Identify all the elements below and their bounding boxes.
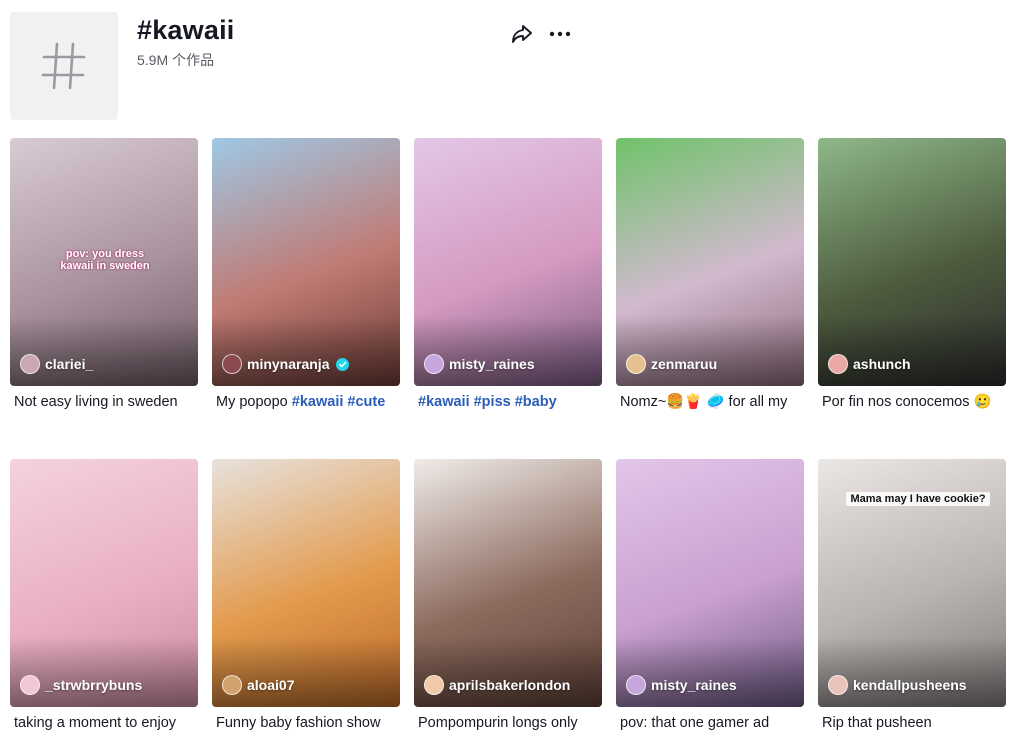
video-author[interactable]: misty_raines <box>424 354 535 374</box>
author-avatar <box>20 354 40 374</box>
verified-badge-icon <box>336 357 350 371</box>
hashtag-avatar <box>10 12 118 120</box>
author-username: aloai07 <box>247 677 295 693</box>
author-username: zenmaruu <box>651 356 718 372</box>
video-thumbnail[interactable]: ashunch <box>818 138 1006 386</box>
video-overlay-text: Mama may I have cookie? <box>846 492 990 506</box>
more-dots-icon <box>549 31 571 37</box>
video-author[interactable]: _strwbrrybuns <box>20 675 142 695</box>
video-overlay-text: pov: you dress kawaii in sweden <box>60 248 150 272</box>
page-title: #kawaii <box>137 15 235 45</box>
video-caption: Funny baby fashion show <box>212 714 400 732</box>
author-username: misty_raines <box>651 677 737 693</box>
author-avatar <box>222 354 242 374</box>
caption-text: pov: that one gamer ad <box>620 715 770 731</box>
video-card[interactable]: _strwbrrybuns taking a moment to enjoy <box>10 459 198 732</box>
video-caption: Pompompurin longs only <box>414 714 602 732</box>
video-card[interactable]: ashunch Por fin nos conocemos 🥲 <box>818 138 1006 411</box>
video-count: 5.9M 个作品 <box>137 50 218 70</box>
thumbnail-shade <box>818 316 1006 386</box>
video-author[interactable]: zenmaruu <box>626 354 717 374</box>
caption-hashtags[interactable]: #kawaii #piss #baby <box>418 394 557 410</box>
video-caption: My popopo #kawaii #cute <box>212 393 400 411</box>
video-thumbnail[interactable]: pov: you dress kawaii in sweden clariei_ <box>10 138 198 386</box>
video-caption: #kawaii #piss #baby <box>414 393 602 411</box>
video-thumbnail[interactable]: zenmaruu <box>616 138 804 386</box>
video-author[interactable]: clariei_ <box>20 354 93 374</box>
video-author[interactable]: ashunch <box>828 354 911 374</box>
author-username: misty_raines <box>449 356 535 372</box>
author-avatar <box>828 354 848 374</box>
caption-hashtags[interactable]: #kawaii #cute <box>292 394 386 410</box>
caption-text: Funny baby fashion show <box>216 715 381 731</box>
video-count-number: 5.9M <box>137 52 169 68</box>
video-caption: Rip that pusheen <box>818 714 1006 732</box>
video-caption: Por fin nos conocemos 🥲 <box>818 393 1006 411</box>
video-author[interactable]: kendallpusheens <box>828 675 967 695</box>
author-username: minynaranja <box>247 356 330 372</box>
author-username: clariei_ <box>45 356 94 372</box>
author-avatar <box>828 675 848 695</box>
video-card[interactable]: misty_raines #kawaii #piss #baby <box>414 138 602 411</box>
video-caption: Not easy living in sweden <box>10 393 198 411</box>
thumbnail-shade <box>10 316 198 386</box>
author-avatar <box>222 675 242 695</box>
video-card[interactable]: zenmaruu Nomz~🍔🍟 🥏 for all my <box>616 138 804 411</box>
caption-text: Rip that pusheen <box>822 715 932 731</box>
share-arrow-icon <box>512 25 532 43</box>
video-thumbnail[interactable]: aloai07 <box>212 459 400 707</box>
caption-text: My popopo <box>216 394 292 410</box>
caption-text: taking a moment to enjoy <box>14 715 177 731</box>
caption-text: Pompompurin longs only <box>418 715 578 731</box>
video-author[interactable]: aloai07 <box>222 675 294 695</box>
video-card[interactable]: Mama may I have cookie? kendallpusheens … <box>818 459 1006 732</box>
author-avatar <box>424 354 444 374</box>
video-author[interactable]: misty_raines <box>626 675 737 695</box>
video-thumbnail[interactable]: misty_raines <box>616 459 804 707</box>
video-card[interactable]: aloai07 Funny baby fashion show <box>212 459 400 732</box>
video-caption: taking a moment to enjoy <box>10 714 198 732</box>
video-thumbnail[interactable]: minynaranja <box>212 138 400 386</box>
video-thumbnail[interactable]: aprilsbakerlondon <box>414 459 602 707</box>
caption-text: Not easy living in sweden <box>14 394 178 410</box>
video-author[interactable]: minynaranja <box>222 354 350 374</box>
thumbnail-shade <box>616 637 804 707</box>
author-avatar <box>626 354 646 374</box>
caption-text: Por fin nos conocemos 🥲 <box>822 394 992 410</box>
caption-text: Nomz~🍔🍟 🥏 for all my <box>620 394 788 410</box>
author-avatar <box>424 675 444 695</box>
hashtag-header: #kawaii 5.9M 个作品 <box>0 0 1015 130</box>
hashtag-icon <box>41 42 86 90</box>
video-author[interactable]: aprilsbakerlondon <box>424 675 570 695</box>
author-avatar <box>626 675 646 695</box>
more-options-button[interactable] <box>548 22 572 46</box>
thumbnail-shade <box>212 637 400 707</box>
video-caption: pov: that one gamer ad <box>616 714 804 732</box>
video-thumbnail[interactable]: Mama may I have cookie? kendallpusheens <box>818 459 1006 707</box>
thumbnail-shade <box>212 316 400 386</box>
thumbnail-shade <box>616 316 804 386</box>
video-thumbnail[interactable]: misty_raines <box>414 138 602 386</box>
video-caption: Nomz~🍔🍟 🥏 for all my <box>616 393 804 411</box>
video-card[interactable]: minynaranja My popopo #kawaii #cute <box>212 138 400 411</box>
share-button[interactable] <box>510 22 534 46</box>
thumbnail-shade <box>414 637 602 707</box>
thumbnail-shade <box>10 637 198 707</box>
author-username: ashunch <box>853 356 911 372</box>
author-avatar <box>20 675 40 695</box>
video-count-label: 个作品 <box>172 52 215 68</box>
author-username: aprilsbakerlondon <box>449 677 571 693</box>
video-card[interactable]: pov: you dress kawaii in sweden clariei_… <box>10 138 198 411</box>
author-username: kendallpusheens <box>853 677 967 693</box>
thumbnail-shade <box>414 316 602 386</box>
video-card[interactable]: aprilsbakerlondon Pompompurin longs only <box>414 459 602 732</box>
author-username: _strwbrrybuns <box>45 677 143 693</box>
video-thumbnail[interactable]: _strwbrrybuns <box>10 459 198 707</box>
video-grid: pov: you dress kawaii in sweden clariei_… <box>10 138 1006 732</box>
video-card[interactable]: misty_raines pov: that one gamer ad <box>616 459 804 732</box>
thumbnail-shade <box>818 637 1006 707</box>
